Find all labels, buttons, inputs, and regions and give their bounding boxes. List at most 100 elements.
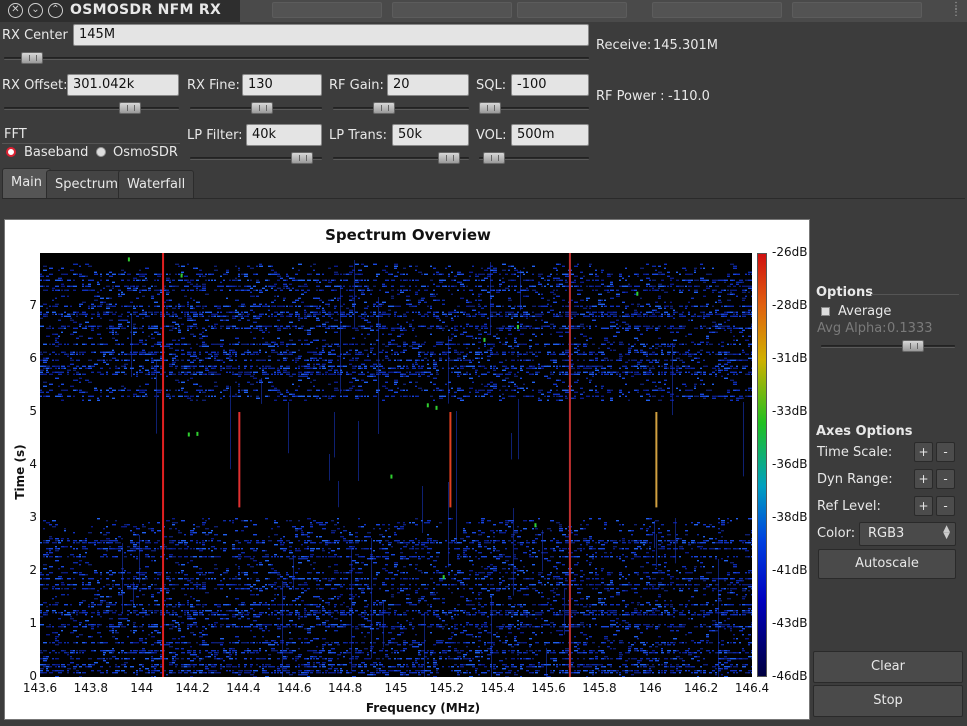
noise-pixel xyxy=(457,642,460,644)
noise-pixel xyxy=(340,668,342,670)
noise-pixel xyxy=(451,636,453,638)
fft-baseband-radio[interactable]: Baseband xyxy=(6,145,96,161)
noise-pixel xyxy=(304,612,306,614)
noise-pixel xyxy=(742,628,745,630)
noise-pixel xyxy=(259,588,262,590)
rf-gain-input[interactable]: 20 xyxy=(387,74,469,96)
noise-pixel xyxy=(694,604,698,606)
rf-gain-slider[interactable] xyxy=(333,102,469,114)
title-bar[interactable]: ✕ ⌄ ⌃ OSMOSDR NFM RX xyxy=(0,0,240,22)
noise-pixel xyxy=(394,652,396,654)
noise-pixel xyxy=(655,610,658,612)
noise-pixel xyxy=(292,658,294,660)
noise-pixel xyxy=(721,522,725,524)
lp-filter-input[interactable]: 40k xyxy=(246,124,322,146)
lp-trans-slider[interactable] xyxy=(333,152,469,164)
noise-pixel xyxy=(226,273,228,275)
noise-pixel xyxy=(244,588,247,590)
noise-pixel xyxy=(463,612,465,614)
noise-pixel xyxy=(427,658,429,660)
noise-pixel xyxy=(106,670,108,672)
noise-pixel xyxy=(169,572,171,574)
waterfall-heatmap[interactable] xyxy=(40,253,752,677)
noise-pixel xyxy=(394,614,396,616)
noise-pixel xyxy=(595,610,597,612)
noise-pixel xyxy=(505,548,507,550)
sql-input[interactable]: -100 xyxy=(511,74,589,96)
noise-pixel xyxy=(502,269,506,271)
noise-pixel xyxy=(415,556,417,558)
minimize-icon[interactable]: ⌄ xyxy=(28,3,43,18)
noise-pixel xyxy=(457,656,461,658)
noise-pixel xyxy=(739,642,741,644)
noise-pixel xyxy=(508,265,511,267)
noise-pixel xyxy=(445,652,447,654)
noise-pixel xyxy=(601,540,604,542)
noise-pixel xyxy=(619,658,622,660)
sql-slider[interactable] xyxy=(479,102,589,114)
noise-pixel xyxy=(373,672,375,674)
noise-pixel xyxy=(91,636,93,638)
noise-pixel xyxy=(244,572,248,574)
noise-pixel xyxy=(322,600,324,602)
vol-slider[interactable] xyxy=(479,152,589,164)
noise-pixel xyxy=(664,624,666,626)
noise-pixel xyxy=(478,636,481,638)
lp-filter-slider[interactable] xyxy=(190,152,322,164)
noise-pixel xyxy=(181,610,183,612)
noise-pixel xyxy=(313,604,316,606)
rx-offset-slider[interactable] xyxy=(4,102,179,114)
noise-pixel xyxy=(619,614,621,616)
noise-pixel xyxy=(478,674,480,676)
noise-pixel xyxy=(565,648,569,650)
noise-pixel xyxy=(418,652,420,654)
noise-pixel xyxy=(448,572,450,574)
noise-pixel xyxy=(214,578,216,580)
tab-spectrum[interactable]: Spectrum xyxy=(46,170,127,198)
noise-pixel xyxy=(637,273,639,275)
vol-input[interactable]: 500m xyxy=(511,124,589,146)
rx-fine-input[interactable]: 130 xyxy=(242,74,322,96)
noise-pixel xyxy=(298,269,300,271)
plot-title: Spectrum Overview xyxy=(325,226,491,244)
noise-pixel xyxy=(214,666,216,668)
noise-pixel xyxy=(406,578,408,580)
noise-pixel xyxy=(256,572,258,574)
noise-pixel xyxy=(451,578,454,580)
noise-pixel xyxy=(295,273,298,275)
noise-pixel xyxy=(715,558,717,560)
noise-pixel xyxy=(310,542,313,544)
rx-center-slider[interactable] xyxy=(4,52,589,64)
noise-pixel xyxy=(361,540,363,542)
lp-trans-input[interactable]: 50k xyxy=(392,124,469,146)
noise-pixel xyxy=(307,676,310,677)
colorbar-tick-label: -33dB xyxy=(772,404,808,418)
rx-offset-input[interactable]: 301.042k xyxy=(67,74,179,96)
noise-pixel xyxy=(745,588,747,590)
noise-pixel xyxy=(745,658,748,660)
noise-pixel xyxy=(601,544,605,546)
noise-pixel xyxy=(502,580,505,582)
noise-pixel xyxy=(337,612,339,614)
noise-pixel xyxy=(580,598,584,600)
maximize-icon[interactable]: ⌃ xyxy=(48,3,63,18)
fft-osmosdr-radio[interactable]: OsmoSDR xyxy=(96,145,182,161)
noise-pixel xyxy=(358,540,360,542)
noise-pixel xyxy=(355,263,359,265)
tab-main[interactable]: Main xyxy=(2,168,52,199)
noise-pixel xyxy=(172,518,175,520)
x-tick-label: 144.4 xyxy=(226,681,261,695)
close-icon[interactable]: ✕ xyxy=(8,3,23,18)
noise-pixel xyxy=(475,652,478,654)
tab-waterfall[interactable]: Waterfall xyxy=(118,170,195,198)
noise-pixel xyxy=(460,624,462,626)
rx-fine-slider[interactable] xyxy=(190,102,322,114)
window-grip-icon[interactable]: ⋮ ⋮ xyxy=(951,2,961,18)
noise-pixel xyxy=(313,650,317,652)
noise-pixel xyxy=(649,614,652,616)
noise-pixel xyxy=(637,662,640,664)
noise-pixel xyxy=(133,652,137,654)
noise-pixel xyxy=(319,672,321,674)
noise-pixel xyxy=(463,610,466,612)
rx-center-input[interactable]: 145M xyxy=(73,24,589,46)
